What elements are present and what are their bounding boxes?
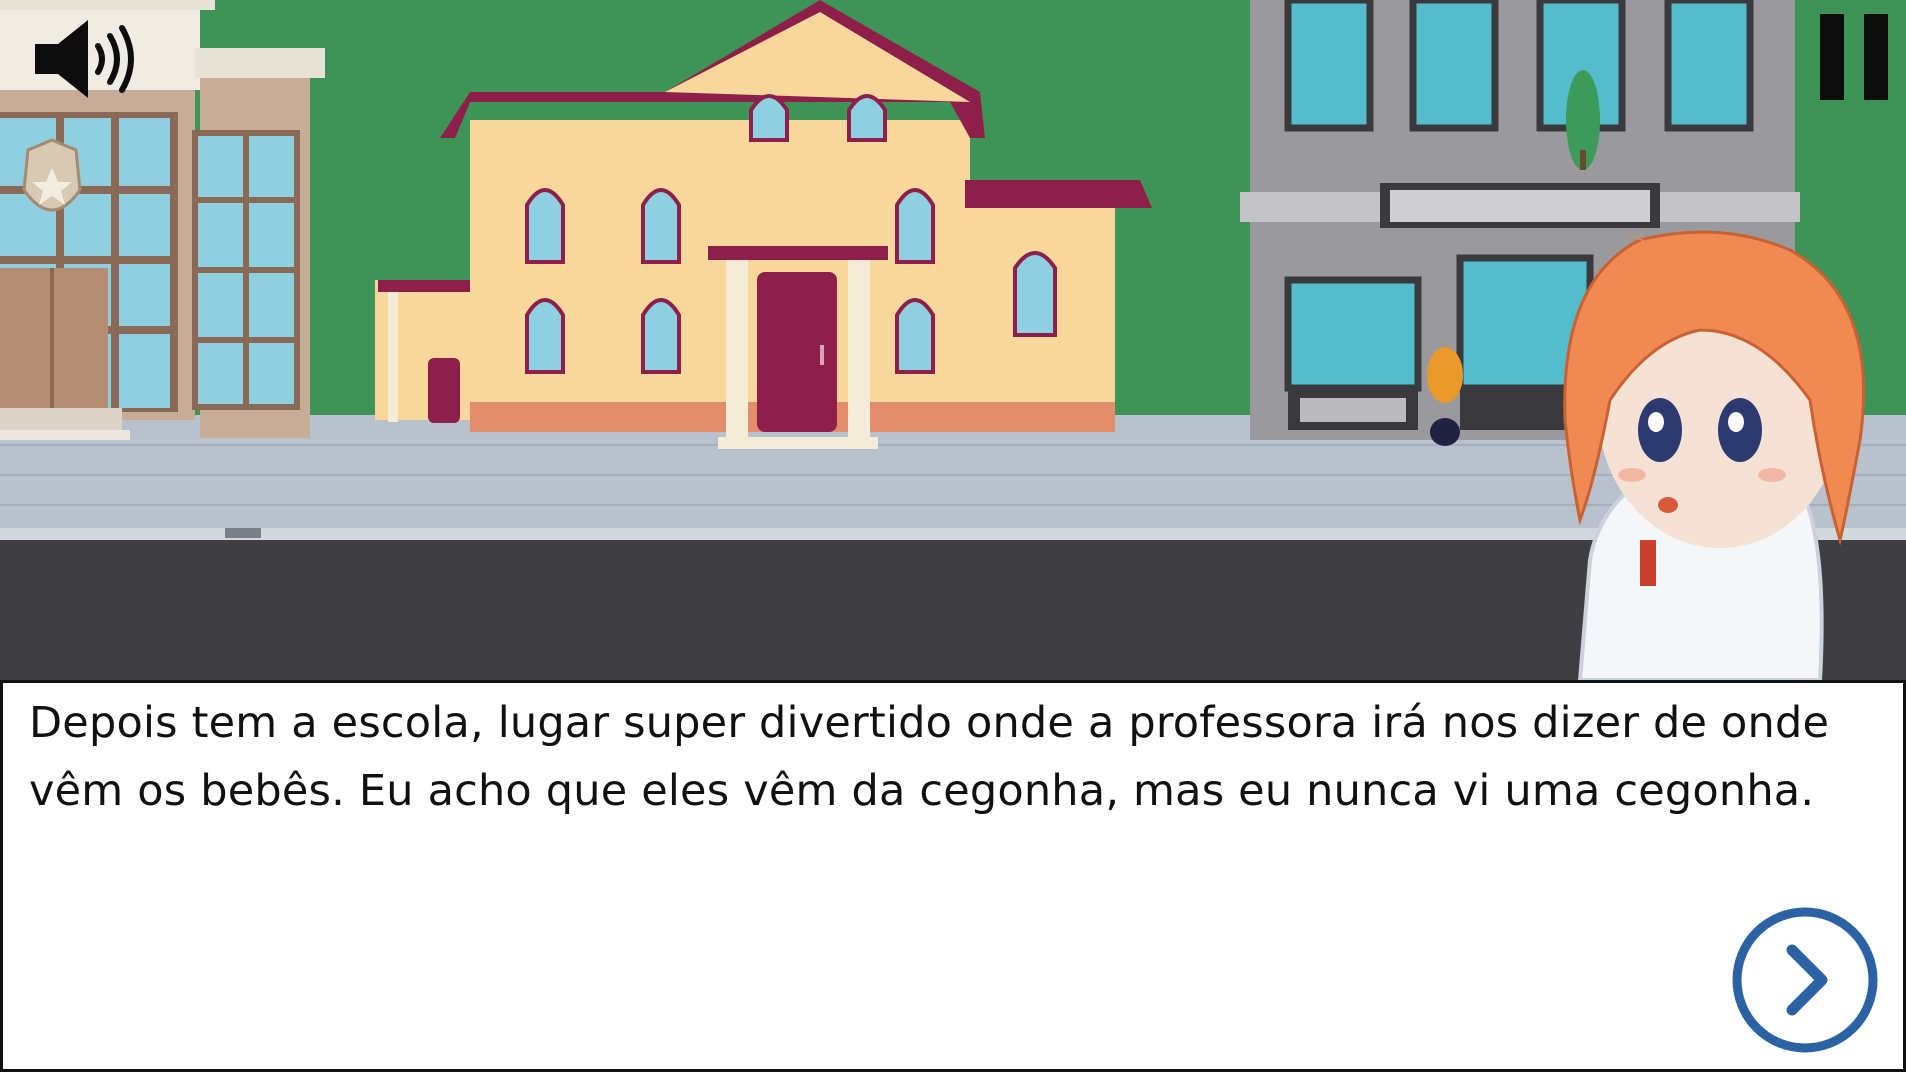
game-scene	[0, 0, 1906, 682]
pause-icon	[1820, 14, 1888, 100]
chevron-right-icon	[1732, 907, 1878, 1053]
street-background	[0, 0, 1906, 682]
next-button[interactable]	[1730, 905, 1880, 1055]
dialog-box: Depois tem a escola, lugar super diverti…	[0, 680, 1906, 1072]
sound-toggle-button[interactable]	[30, 14, 140, 104]
pause-button[interactable]	[1818, 12, 1892, 102]
girl-character	[1563, 230, 1866, 682]
speaker-icon	[35, 20, 134, 98]
dialog-text: Depois tem a escola, lugar super diverti…	[29, 698, 1830, 816]
